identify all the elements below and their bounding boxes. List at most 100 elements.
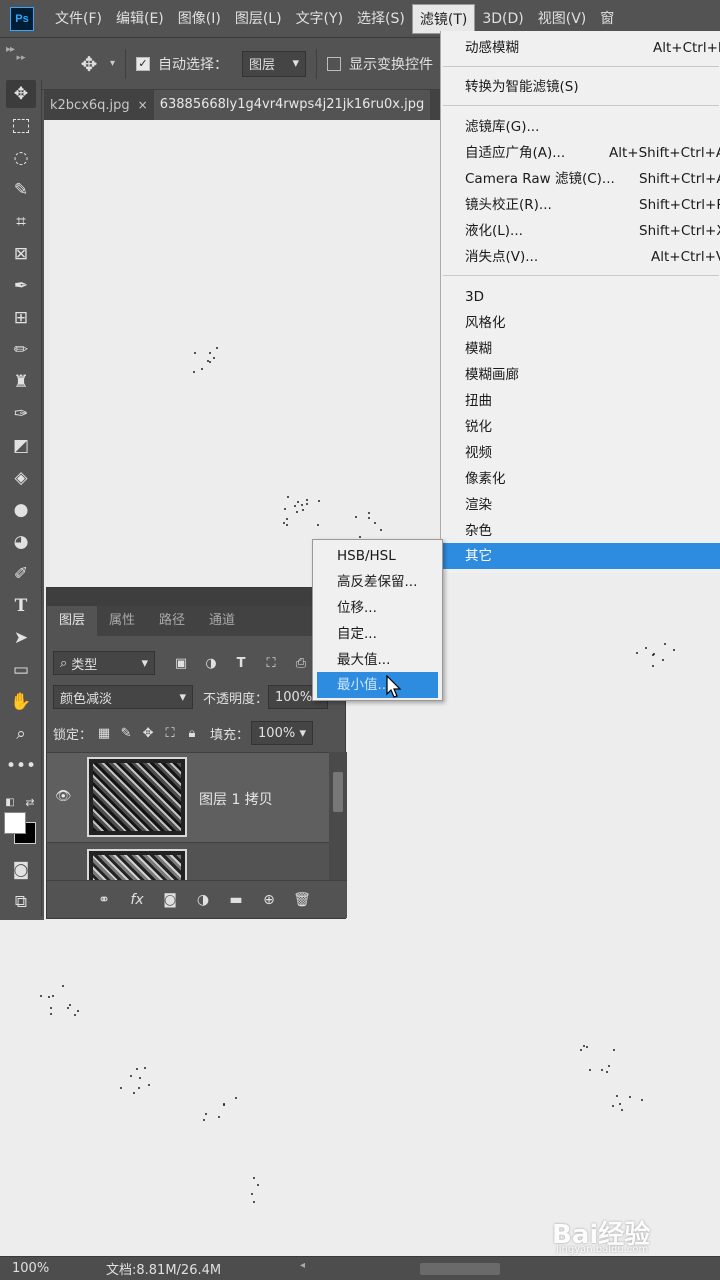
menu-view[interactable]: 视图(V): [531, 4, 594, 34]
blend-mode-dropdown[interactable]: 颜色减淡 ▾: [53, 685, 193, 709]
screen-mode-icon[interactable]: ⧉: [6, 888, 36, 916]
menu-type[interactable]: 文字(Y): [289, 4, 350, 34]
menu-layer[interactable]: 图层(L): [228, 4, 289, 34]
horizontal-scrollbar-thumb[interactable]: [420, 1263, 500, 1275]
tab-paths[interactable]: 路径: [147, 606, 197, 636]
brush-tool-icon[interactable]: ✏: [6, 336, 36, 364]
delete-layer-icon[interactable]: 🗑︎: [291, 892, 313, 908]
quick-select-tool-icon[interactable]: ✎: [6, 176, 36, 204]
tab-document-1[interactable]: k2bcx6q.jpg ×: [44, 90, 154, 120]
layers-scrollbar[interactable]: [329, 752, 347, 880]
menu-item-filter-gallery[interactable]: 滤镜库(G)...: [441, 114, 720, 140]
image-filter-icon[interactable]: ▣: [173, 655, 189, 671]
smart-object-filter-icon[interactable]: ⎙: [293, 655, 309, 671]
menu-item-motion-blur[interactable]: 动感模糊 Alt+Ctrl+F: [441, 35, 720, 61]
type-filter-icon[interactable]: T: [233, 655, 249, 671]
quick-mask-icon[interactable]: ◙: [6, 856, 36, 884]
add-mask-icon[interactable]: ◙: [159, 892, 181, 908]
eraser-tool-icon[interactable]: ◩: [6, 432, 36, 460]
dodge-tool-icon[interactable]: ◕: [6, 528, 36, 556]
menu-item-camera-raw[interactable]: Camera Raw 滤镜(C)... Shift+Ctrl+A: [441, 166, 720, 192]
menu-item-pixelate[interactable]: 像素化: [441, 466, 720, 492]
menu-item-video[interactable]: 视频: [441, 440, 720, 466]
menu-image[interactable]: 图像(I): [171, 4, 228, 34]
menu-item-lens-correction[interactable]: 镜头校正(R)... Shift+Ctrl+R: [441, 192, 720, 218]
type-tool-icon[interactable]: T: [6, 592, 36, 620]
menu-item-liquify[interactable]: 液化(L)... Shift+Ctrl+X: [441, 218, 720, 244]
lock-transparent-icon[interactable]: ▦: [96, 725, 112, 741]
panel-header[interactable]: »: [47, 588, 347, 606]
fill-input[interactable]: 100% ▾: [251, 721, 314, 745]
clone-stamp-tool-icon[interactable]: ♜: [6, 368, 36, 396]
link-layers-icon[interactable]: ⚭: [93, 892, 115, 908]
marquee-tool-icon[interactable]: [6, 112, 36, 140]
panel-grip-icon[interactable]: ▸▸: [6, 44, 36, 72]
layer-row-selected[interactable]: 👁︎ 图层 1 拷贝: [47, 752, 329, 842]
tab-properties[interactable]: 属性: [97, 606, 147, 636]
menu-item-vanishing-point[interactable]: 消失点(V)... Alt+Ctrl+V: [441, 244, 720, 270]
menu-item-adaptive-wide-angle[interactable]: 自适应广角(A)... Alt+Shift+Ctrl+A: [441, 140, 720, 166]
scrollbar-thumb[interactable]: [333, 772, 343, 812]
adjustment-filter-icon[interactable]: ◑: [203, 655, 219, 671]
adjustment-layer-icon[interactable]: ◑: [192, 892, 214, 908]
menu-item-noise[interactable]: 杂色: [441, 518, 720, 544]
paint-bucket-tool-icon[interactable]: ◈: [6, 464, 36, 492]
close-icon[interactable]: ×: [138, 98, 148, 112]
more-tools-icon[interactable]: •••: [6, 752, 36, 780]
history-brush-tool-icon[interactable]: ✑: [6, 400, 36, 428]
menu-3d[interactable]: 3D(D): [475, 4, 530, 34]
menu-item-high-pass[interactable]: 高反差保留...: [317, 569, 438, 595]
menu-filter[interactable]: 滤镜(T): [411, 3, 476, 34]
menu-item-offset[interactable]: 位移...: [317, 595, 438, 621]
chevron-left-icon[interactable]: ◂: [300, 1260, 305, 1271]
menu-item-convert-smart-filter[interactable]: 转换为智能滤镜(S): [441, 74, 720, 100]
pen-tool-icon[interactable]: ✐: [6, 560, 36, 588]
eye-icon[interactable]: 👁︎: [55, 789, 72, 804]
menu-item-minimum[interactable]: 最小值...: [317, 672, 438, 698]
new-layer-icon[interactable]: ⊕: [258, 892, 280, 908]
crop-tool-icon[interactable]: ⌗: [6, 208, 36, 236]
lock-position-icon[interactable]: ✥: [140, 725, 156, 741]
move-tool-icon[interactable]: ✥: [6, 80, 36, 108]
lock-artboard-icon[interactable]: ⛶: [162, 725, 178, 741]
lock-all-icon[interactable]: 🔒︎: [184, 725, 200, 741]
menu-item-other[interactable]: 其它: [441, 543, 720, 569]
fx-icon[interactable]: fx: [126, 892, 148, 908]
menu-item-blur[interactable]: 模糊: [441, 336, 720, 362]
menu-item-render[interactable]: 渲染: [441, 492, 720, 518]
show-transform-checkbox[interactable]: [327, 56, 342, 71]
layer-name[interactable]: 图层 1 拷贝: [199, 789, 273, 809]
chevron-down-icon[interactable]: ▾: [110, 58, 115, 69]
menu-item-blur-gallery[interactable]: 模糊画廊: [441, 362, 720, 388]
lasso-tool-icon[interactable]: ◌: [6, 144, 36, 172]
shape-filter-icon[interactable]: ⛶: [263, 655, 279, 671]
menu-item-3d[interactable]: 3D: [441, 284, 720, 310]
lock-pixels-icon[interactable]: ✎: [118, 725, 134, 741]
menu-edit[interactable]: 编辑(E): [109, 4, 171, 34]
tab-layers[interactable]: 图层: [47, 606, 98, 636]
menu-window[interactable]: 窗: [593, 4, 621, 34]
eyedropper-tool-icon[interactable]: ✒: [6, 272, 36, 300]
path-selection-tool-icon[interactable]: ➤: [6, 624, 36, 652]
document-info[interactable]: 文档:8.81M/26.4M: [106, 1259, 221, 1278]
hand-tool-icon[interactable]: ✋: [6, 688, 36, 716]
new-group-icon[interactable]: ▬: [225, 892, 247, 908]
menu-item-maximum[interactable]: 最大值...: [317, 647, 438, 673]
healing-brush-tool-icon[interactable]: ⊞: [6, 304, 36, 332]
auto-select-checkbox[interactable]: ✓: [136, 56, 151, 71]
color-swatches[interactable]: [2, 808, 38, 846]
zoom-level[interactable]: 100%: [0, 1261, 60, 1276]
menu-item-custom[interactable]: 自定...: [317, 621, 438, 647]
layer-row[interactable]: [47, 842, 329, 880]
rectangle-tool-icon[interactable]: ▭: [6, 656, 36, 684]
menu-select[interactable]: 选择(S): [350, 4, 412, 34]
tab-channels[interactable]: 通道: [197, 606, 247, 636]
move-tool-preset-icon[interactable]: ✥: [74, 49, 104, 79]
menu-item-hsb-hsl[interactable]: HSB/HSL: [317, 543, 438, 569]
zoom-tool-icon[interactable]: ⌕: [6, 720, 36, 748]
tab-document-2[interactable]: 63885668ly1g4vr4rwps4j21jk16ru0x.jpg: [153, 90, 431, 120]
menu-file[interactable]: 文件(F): [48, 4, 109, 34]
menu-item-stylize[interactable]: 风格化: [441, 310, 720, 336]
menu-item-distort[interactable]: 扭曲: [441, 388, 720, 414]
menu-item-sharpen[interactable]: 锐化: [441, 414, 720, 440]
